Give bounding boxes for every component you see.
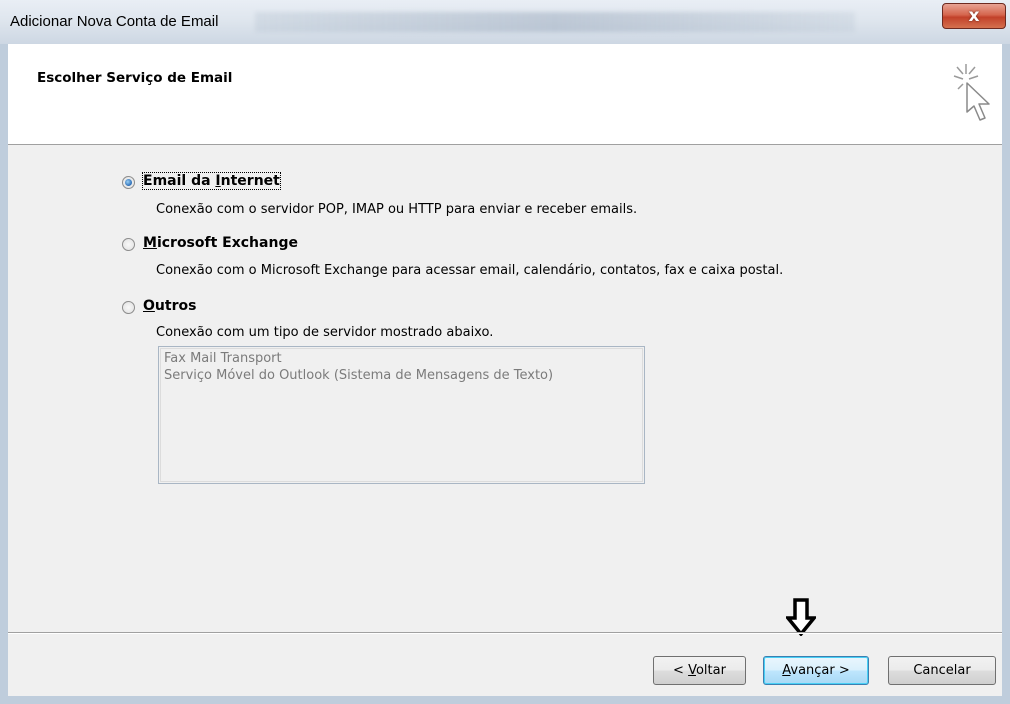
title-bar[interactable]: Adicionar Nova Conta de Email x <box>0 0 1010 44</box>
label-part: utros <box>154 298 197 314</box>
cancel-button[interactable]: Cancelar <box>888 656 996 685</box>
option-label-internet-email[interactable]: Email da Internet <box>142 172 281 190</box>
add-email-account-dialog: Adicionar Nova Conta de Email x Escolher… <box>0 0 1010 704</box>
option-label-microsoft-exchange[interactable]: Microsoft Exchange <box>143 235 298 251</box>
blurred-background-text <box>255 12 855 32</box>
radio-internet-email[interactable] <box>122 176 135 189</box>
close-icon: x <box>968 6 980 26</box>
mnemonic: O <box>143 298 155 314</box>
label-part: icrosoft Exchange <box>156 235 298 251</box>
cursor-sparkle-icon <box>953 64 990 121</box>
next-rest: vançar > <box>790 663 850 678</box>
list-item[interactable]: Fax Mail Transport <box>164 350 644 367</box>
back-label: < Voltar <box>673 663 726 678</box>
radio-others[interactable] <box>122 301 135 314</box>
label-part: nternet <box>220 173 280 189</box>
option-desc-microsoft-exchange: Conexão com o Microsoft Exchange para ac… <box>156 263 784 278</box>
window-title: Adicionar Nova Conta de Email <box>10 13 219 30</box>
mnemonic: M <box>143 235 157 251</box>
option-desc-others: Conexão com um tipo de servidor mostrado… <box>156 325 494 340</box>
back-prefix: < <box>673 663 689 678</box>
button-separator <box>8 632 1002 634</box>
wizard-header: Escolher Serviço de Email <box>8 44 1002 145</box>
other-services-list[interactable]: Fax Mail Transport Serviço Móvel do Outl… <box>158 346 645 484</box>
option-label-others[interactable]: Outros <box>143 298 196 314</box>
label-part: Email da <box>143 173 216 189</box>
back-button[interactable]: < Voltar <box>653 656 746 685</box>
next-button[interactable]: Avançar > <box>763 656 869 685</box>
option-desc-internet-email: Conexão com o servidor POP, IMAP ou HTTP… <box>156 202 638 217</box>
radio-microsoft-exchange[interactable] <box>122 238 135 251</box>
down-arrow-icon <box>786 598 816 636</box>
mnemonic: V <box>688 663 696 678</box>
close-button[interactable]: x <box>942 3 1006 29</box>
back-rest: oltar <box>695 663 726 678</box>
page-title: Escolher Serviço de Email <box>37 70 233 86</box>
list-item[interactable]: Serviço Móvel do Outlook (Sistema de Men… <box>164 367 644 384</box>
next-label: Avançar > <box>782 663 850 678</box>
